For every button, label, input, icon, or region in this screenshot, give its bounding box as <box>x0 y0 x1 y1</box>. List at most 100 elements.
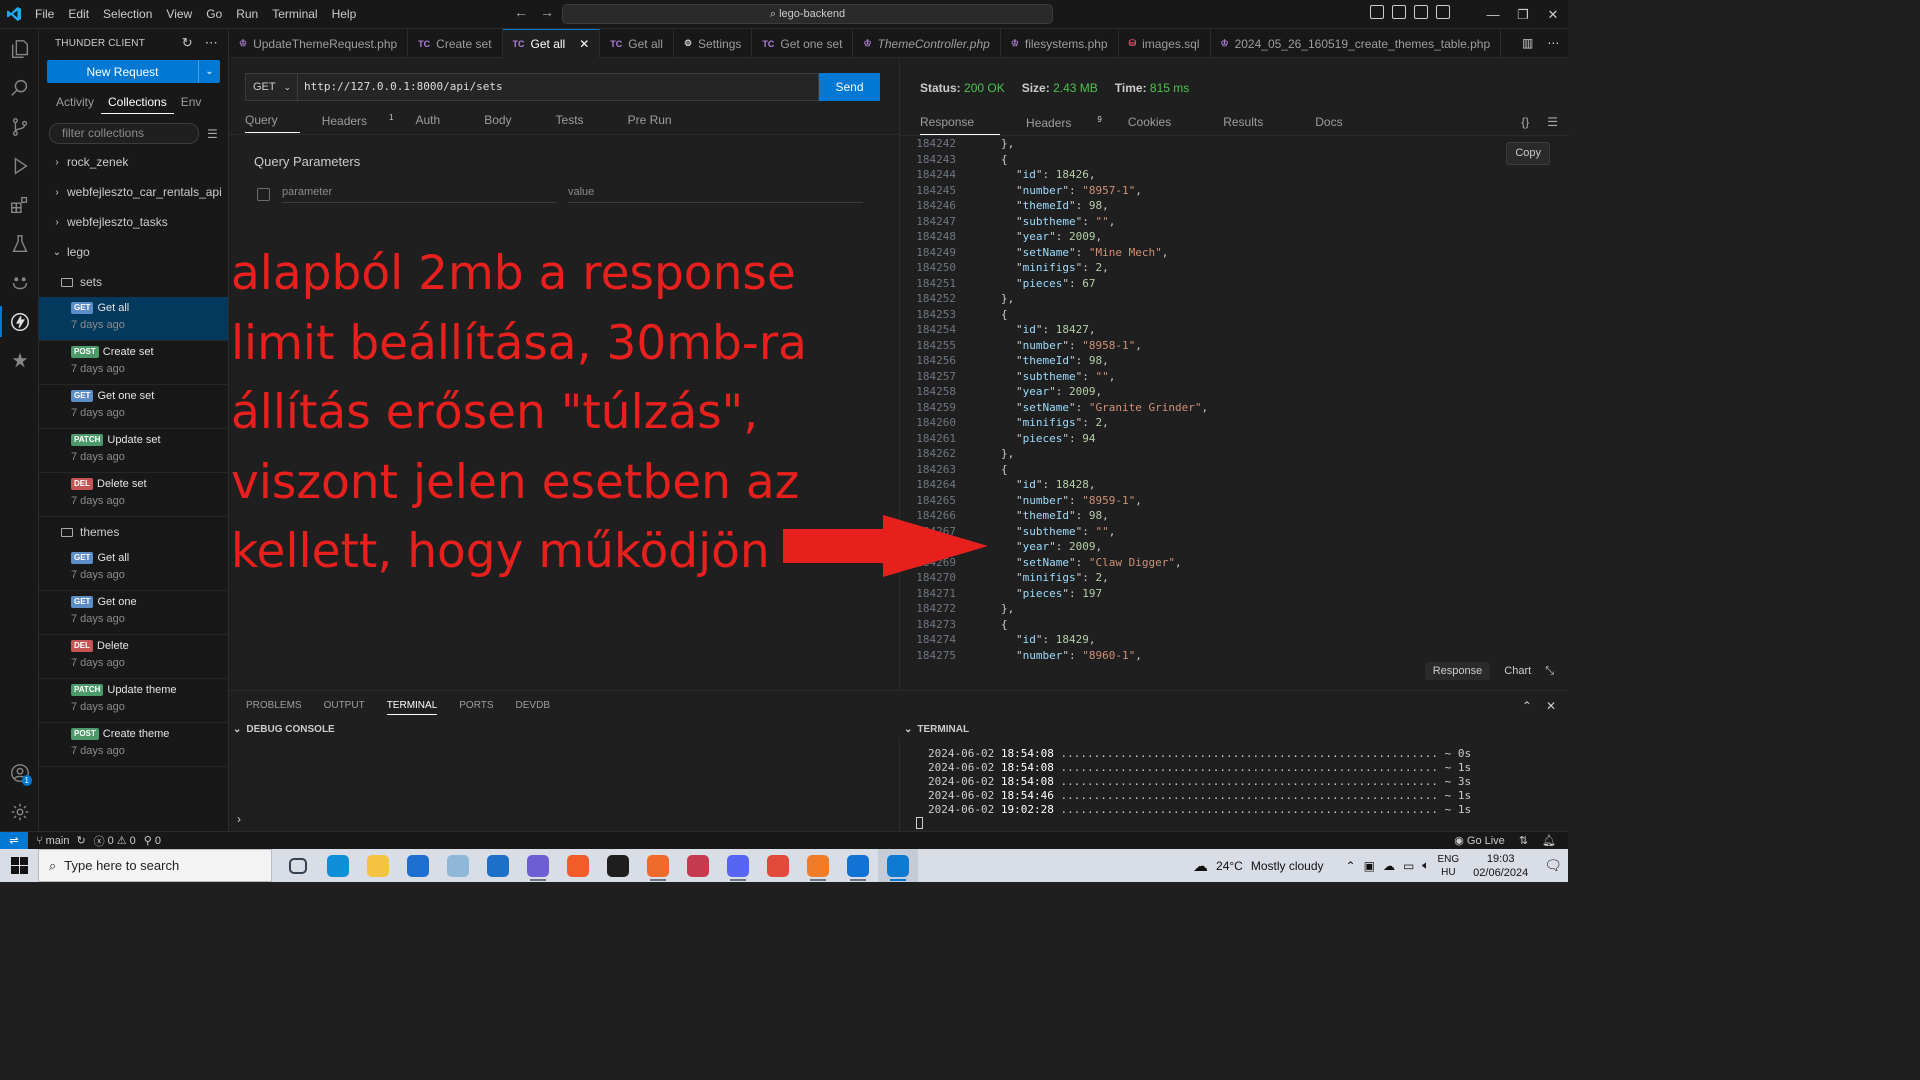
taskbar-vscode-icon[interactable] <box>878 849 918 882</box>
taskbar-xampp-icon[interactable] <box>798 849 838 882</box>
method-select[interactable]: GET ⌄ <box>245 73 298 101</box>
back-arrow-icon[interactable]: ← <box>514 4 528 20</box>
request-item[interactable]: PATCH Update set 7 days ago <box>39 429 228 473</box>
new-request-button[interactable]: New Request ⌄ <box>47 60 220 83</box>
menu-item-run[interactable]: Run <box>229 0 265 29</box>
folder-sets[interactable]: sets <box>39 267 228 297</box>
chart-view-toggle[interactable]: Chart <box>1504 665 1531 677</box>
editor-tab[interactable]: TC Get all <box>600 29 674 58</box>
taskbar-firefox-icon[interactable] <box>638 849 678 882</box>
smiley-extension-icon[interactable] <box>0 263 39 302</box>
expand-icon[interactable]: ⤡ <box>1545 665 1554 678</box>
branch-item[interactable]: ⑂ main ↻ <box>36 834 86 848</box>
notifications-bell-icon[interactable]: 🔔︎ <box>1542 834 1556 847</box>
editor-tab[interactable]: ♔ filesystems.php <box>1001 29 1119 58</box>
windows-start-icon[interactable] <box>0 849 38 882</box>
taskbar-app-icon[interactable] <box>518 849 558 882</box>
taskbar-app-icon[interactable] <box>838 849 878 882</box>
panel-tab-output[interactable]: OUTPUT <box>324 700 365 715</box>
editor-tab[interactable]: TC Get one set <box>752 29 854 58</box>
run-debug-icon[interactable] <box>0 146 39 185</box>
response-tab-cookies[interactable]: Cookies <box>1128 115 1197 135</box>
puzzle-extension-icon[interactable] <box>0 341 39 380</box>
taskbar-file-explorer-icon[interactable] <box>358 849 398 882</box>
debug-console-area[interactable]: › <box>229 738 900 832</box>
more-actions-icon[interactable]: ⋯ <box>1547 36 1559 50</box>
notifications-icon[interactable]: 🗨︎ <box>1544 857 1562 874</box>
weather-desc[interactable]: Mostly cloudy <box>1251 859 1324 873</box>
editor-tab[interactable]: ♔ UpdateThemeRequest.php <box>229 29 409 58</box>
search-icon[interactable] <box>0 68 39 107</box>
editor-tab[interactable]: ♔ 2024_05_26_160519_create_themes_table.p… <box>1211 29 1502 58</box>
collection-webfejleszto-tasks[interactable]: › webfejleszto_tasks <box>39 207 228 237</box>
debug-console-header[interactable]: ⌄ DEBUG CONSOLE <box>233 720 335 738</box>
editor-tab[interactable]: ♔ ThemeController.php <box>853 29 1001 58</box>
copy-button[interactable]: Copy <box>1506 142 1550 165</box>
network-icon[interactable]: ▭ <box>1403 859 1414 873</box>
response-tab-docs[interactable]: Docs <box>1315 115 1368 135</box>
braces-icon[interactable]: {} <box>1521 115 1529 129</box>
tab-pre-run[interactable]: Pre Run <box>628 113 694 133</box>
split-editor-icon[interactable]: ▥ <box>1522 36 1533 50</box>
toggle-secondary-sidebar-icon[interactable] <box>1414 5 1428 19</box>
menu-item-terminal[interactable]: Terminal <box>265 0 324 29</box>
tab-headers[interactable]: Headers 1 <box>322 113 394 133</box>
taskbar-chrome-icon[interactable] <box>758 849 798 882</box>
tab-activity[interactable]: Activity <box>49 91 101 114</box>
panel-tab-devdb[interactable]: DEVDB <box>516 700 550 715</box>
tab-tests[interactable]: Tests <box>556 113 606 133</box>
taskbar-7zip-icon[interactable] <box>598 849 638 882</box>
sync-icon[interactable]: ↻ <box>76 834 85 847</box>
response-tab-results[interactable]: Results <box>1223 115 1289 135</box>
tab-query[interactable]: Query <box>245 113 300 133</box>
source-control-icon[interactable] <box>0 107 39 146</box>
collection-webfejleszto-car-rentals-api[interactable]: › webfejleszto_car_rentals_api <box>39 177 228 207</box>
terminal-output[interactable]: 2024-06-02 18:54:08 ....................… <box>928 747 1471 817</box>
manage-gear-icon[interactable] <box>0 792 39 831</box>
filter-collections-input[interactable]: filter collections <box>49 123 199 144</box>
accounts-icon[interactable]: 1 <box>0 753 39 792</box>
thunder-client-icon[interactable] <box>0 302 39 341</box>
remote-icon[interactable]: ⇌ <box>0 831 28 850</box>
url-input[interactable]: http://127.0.0.1:8000/api/sets <box>298 73 819 101</box>
close-window-icon[interactable]: ✕ <box>1538 7 1568 23</box>
panel-tab-terminal[interactable]: TERMINAL <box>386 700 438 715</box>
terminal-header[interactable]: ⌄ TERMINAL <box>904 720 969 738</box>
toggle-panel-icon[interactable] <box>1392 5 1406 19</box>
request-item[interactable]: PATCH Update theme 7 days ago <box>39 679 228 723</box>
clock[interactable]: 19:03 02/06/2024 <box>1473 852 1528 880</box>
folder-themes[interactable]: themes <box>39 517 228 547</box>
editor-tab[interactable]: TC Create set <box>408 29 503 58</box>
menu-item-view[interactable]: View <box>159 0 199 29</box>
onedrive-cloud-icon[interactable]: ☁ <box>1383 859 1395 873</box>
taskbar-edge-icon[interactable] <box>318 849 358 882</box>
request-item[interactable]: GET Get one 7 days ago <box>39 591 228 635</box>
collection-rock-zenek[interactable]: › rock_zenek <box>39 147 228 177</box>
param-key-input[interactable]: parameter <box>282 186 556 203</box>
menu-item-go[interactable]: Go <box>199 0 229 29</box>
volume-icon[interactable]: 🔈︎ <box>1422 858 1429 873</box>
menu-icon[interactable]: ☰ <box>207 127 218 141</box>
request-item[interactable]: POST Create theme 7 days ago <box>39 723 228 767</box>
panel-tab-problems[interactable]: PROBLEMS <box>246 700 302 715</box>
taskbar-discord-icon[interactable] <box>718 849 758 882</box>
toggle-primary-sidebar-icon[interactable] <box>1370 5 1384 19</box>
taskbar-store-icon[interactable] <box>398 849 438 882</box>
request-item[interactable]: GET Get all 7 days ago <box>39 547 228 591</box>
menu-item-file[interactable]: File <box>28 0 61 29</box>
go-live-button[interactable]: ◉ Go Live <box>1454 834 1505 847</box>
customize-layout-icon[interactable] <box>1436 5 1450 19</box>
collection-lego[interactable]: ⌄ lego <box>39 237 228 267</box>
testing-icon[interactable] <box>0 224 39 263</box>
tab-auth[interactable]: Auth <box>416 113 463 133</box>
param-checkbox[interactable] <box>257 188 270 201</box>
taskbar-mail-icon[interactable] <box>478 849 518 882</box>
response-tab-response[interactable]: Response <box>920 115 1001 135</box>
refresh-icon[interactable]: ↻ <box>182 35 193 51</box>
weather-temp[interactable]: 24°C <box>1216 859 1243 873</box>
editor-tab[interactable]: ⚙ Settings <box>674 29 753 58</box>
request-item[interactable]: GET Get all 7 days ago <box>39 297 228 341</box>
problems-item[interactable]: ⓧ 0 ⚠ 0 <box>94 833 136 849</box>
panel-tab-ports[interactable]: PORTS <box>459 700 493 715</box>
language-indicator[interactable]: ENG HU <box>1437 853 1459 879</box>
